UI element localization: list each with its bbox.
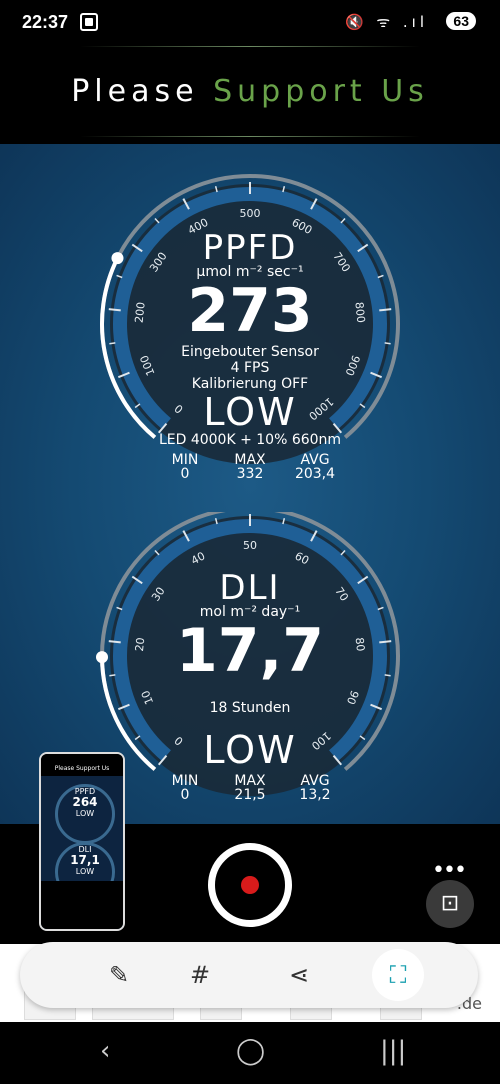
dli-title: DLI (219, 568, 281, 608)
dli-value: 17,7 (175, 616, 325, 686)
min-value: 0 (180, 787, 190, 803)
status-time: 22:37 (22, 12, 69, 32)
thumbnail-ppfd: PPFD 264 LOW (55, 784, 115, 844)
screenshot-thumbnail[interactable]: Please Support Us PPFD 264 LOW DLI 17,1 … (39, 752, 125, 931)
ppfd-stats: MIN 0 MAX 332 AVG 203,4 (160, 453, 340, 493)
meter-area: 0 100 200 300 400 500 600 700 800 900 1000 PPFD µm… (0, 144, 500, 824)
scan-icon[interactable]: ⛶ (372, 949, 424, 1001)
dli-stats: MIN 0 MAX 21,5 AVG 13,2 (160, 774, 340, 814)
screenshot-toolbar: ✎ # ⋖ ⛶ (20, 942, 478, 1008)
ppfd-avg: AVG 203,4 (280, 453, 350, 481)
hashtag-icon[interactable]: # (183, 958, 217, 992)
back-icon[interactable]: ‹ (100, 1036, 110, 1066)
support-title-part1: Please (71, 74, 199, 109)
system-nav-bar: ‹ ◯ ||| (0, 1022, 500, 1084)
dli-avg: AVG 13,2 (280, 774, 350, 802)
max-label: MAX (234, 452, 266, 468)
thumb-dli-level: LOW (75, 867, 95, 876)
dli-tick-label: 50 (243, 539, 257, 552)
screen-record-icon (80, 13, 98, 31)
thumb-ppfd-value: 264 (72, 795, 98, 809)
ppfd-gauge: 0 100 200 300 400 500 600 700 800 900 1000 PPFD µm… (0, 144, 500, 504)
dli-max: MAX 21,5 (215, 774, 285, 802)
text-scan-button[interactable]: ⊡ (426, 880, 474, 928)
avg-value: 13,2 (299, 787, 331, 803)
ppfd-max: MAX 332 (215, 453, 285, 481)
max-label: MAX (234, 773, 266, 789)
thumbnail-header: Please Support Us (41, 754, 123, 776)
ppfd-sensor-label: Eingebouter Sensor (181, 344, 319, 360)
thumbnail-footer (41, 881, 123, 929)
dli-hours-label: 18 Stunden (209, 700, 291, 716)
ppfd-min: MIN 0 (150, 453, 220, 481)
record-button[interactable] (208, 843, 292, 927)
edit-icon[interactable]: ✎ (102, 958, 136, 992)
ppfd-light-source[interactable]: LED 4000K + 10% 660nm (0, 432, 500, 448)
app-header: Please Support Us (0, 46, 500, 144)
recents-icon[interactable]: ||| (380, 1036, 406, 1066)
max-value: 332 (236, 466, 264, 482)
ppfd-tick-label: 500 (240, 207, 261, 220)
battery-indicator: 63 (446, 12, 476, 30)
avg-label: AVG (300, 452, 330, 468)
ppfd-value: 273 (187, 276, 313, 346)
status-icons: 🔇 ᯤ .ıl (344, 13, 428, 31)
support-title-part2: Support Us (213, 74, 429, 109)
dli-min: MIN 0 (150, 774, 220, 802)
min-label: MIN (171, 773, 199, 789)
min-label: MIN (171, 452, 199, 468)
ppfd-level: LOW (203, 390, 297, 434)
support-banner[interactable]: Please Support Us (0, 74, 500, 109)
thumb-dli-value: 17,1 (70, 853, 100, 867)
share-icon[interactable]: ⋖ (282, 958, 316, 992)
header-divider-bottom (80, 136, 420, 137)
header-divider-top (80, 46, 420, 47)
ppfd-title: PPFD (202, 228, 298, 268)
avg-label: AVG (300, 773, 330, 789)
max-value: 21,5 (234, 787, 266, 803)
min-value: 0 (180, 466, 190, 482)
more-options-icon[interactable]: ••• (432, 860, 467, 882)
thumb-ppfd-level: LOW (75, 809, 95, 818)
status-bar: 22:37 🔇 ᯤ .ıl 63 (0, 0, 500, 46)
avg-value: 203,4 (294, 466, 336, 482)
ppfd-fps-label: 4 FPS (230, 360, 270, 376)
home-icon[interactable]: ◯ (236, 1036, 265, 1066)
